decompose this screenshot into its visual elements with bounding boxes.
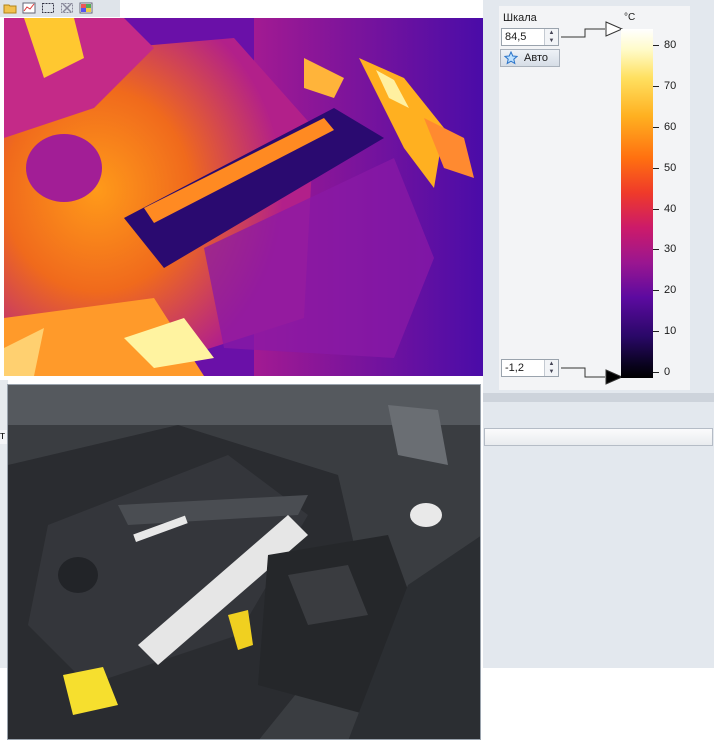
auto-scale-button[interactable]: Авто	[500, 49, 560, 67]
scale-tick	[653, 45, 659, 46]
select-rect-icon[interactable]	[40, 0, 56, 15]
scale-tick-label: 80	[664, 39, 677, 51]
increment-icon[interactable]: ▲	[545, 29, 558, 37]
scale-min-stepper[interactable]: ▲ ▼	[544, 360, 558, 376]
decrement-icon[interactable]: ▼	[545, 37, 558, 45]
scale-tick-label: 50	[664, 162, 677, 174]
scale-tick-label: 70	[664, 80, 677, 92]
scale-tick-label: 30	[664, 243, 677, 255]
delete-icon[interactable]	[59, 0, 75, 15]
scale-tick	[653, 127, 659, 128]
unit-label: °C	[624, 12, 636, 23]
toolbar	[0, 0, 120, 17]
scale-min-value[interactable]: -1,2	[505, 362, 524, 374]
color-scale-bar	[621, 29, 653, 378]
scale-tick	[653, 86, 659, 87]
folder-icon[interactable]	[2, 0, 18, 15]
scale-max-stepper[interactable]: ▲ ▼	[544, 29, 558, 45]
thermal-image[interactable]	[4, 18, 483, 376]
scale-tick-label: 60	[664, 121, 677, 133]
scale-tick-label: 40	[664, 203, 677, 215]
palette-icon[interactable]	[78, 0, 94, 15]
scale-max-input[interactable]: 84,5 ▲ ▼	[501, 28, 559, 46]
scale-tick	[653, 331, 659, 332]
scale-tick	[653, 290, 659, 291]
visible-light-photo[interactable]	[7, 384, 481, 740]
right-lower-strip	[483, 393, 714, 402]
increment-icon[interactable]: ▲	[545, 360, 558, 368]
decrement-icon[interactable]: ▼	[545, 368, 558, 376]
scale-tick	[653, 168, 659, 169]
scale-tick-label: 20	[664, 284, 677, 296]
scale-min-input[interactable]: -1,2 ▲ ▼	[501, 359, 559, 377]
chart-icon[interactable]	[21, 0, 37, 15]
star-icon	[504, 51, 518, 65]
scale-tick-label: 0	[664, 366, 671, 378]
scale-max-value[interactable]: 84,5	[505, 31, 526, 43]
scale-tick	[653, 249, 659, 250]
auto-scale-label: Авто	[524, 52, 548, 64]
scale-tick-label: 10	[664, 325, 677, 337]
scale-label: Шкала	[503, 12, 537, 24]
scale-tick	[653, 209, 659, 210]
scale-tick	[653, 372, 659, 373]
tab-strip[interactable]	[484, 428, 713, 446]
